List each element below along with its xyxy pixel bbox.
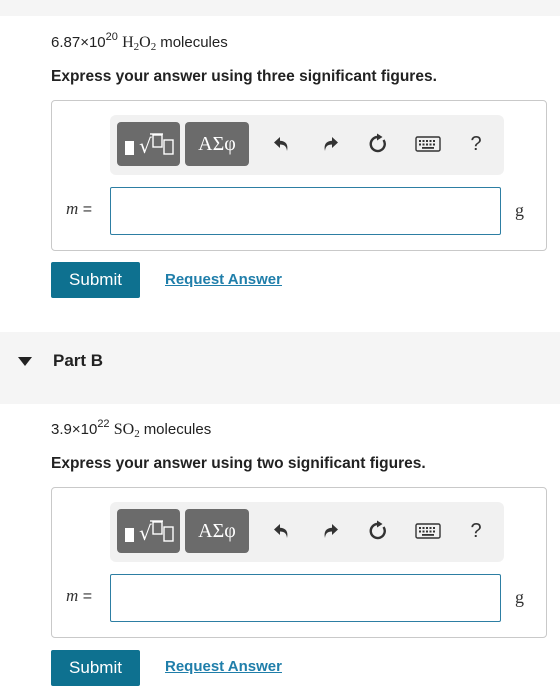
greek-symbols-button[interactable]: ΑΣφ xyxy=(185,509,249,553)
greek-symbols-icon: ΑΣφ xyxy=(198,519,236,542)
chemical-formula: H2O2 xyxy=(122,34,157,53)
math-toolbar: √ ΑΣφ ? xyxy=(110,115,504,175)
keyboard-icon xyxy=(415,136,441,152)
reset-button[interactable] xyxy=(362,128,394,160)
math-toolbar: √ ΑΣφ ? xyxy=(110,502,504,562)
redo-button[interactable] xyxy=(314,128,346,160)
undo-button[interactable] xyxy=(266,515,298,547)
variable-label: m = xyxy=(66,586,93,605)
submit-button[interactable]: Submit xyxy=(51,262,140,298)
request-answer-link[interactable]: Request Answer xyxy=(165,658,282,675)
undo-icon xyxy=(274,137,288,151)
redo-button[interactable] xyxy=(314,515,346,547)
answer-panel: √ ΑΣφ ? m = g xyxy=(51,100,547,251)
help-button[interactable]: ? xyxy=(460,128,492,160)
part-b-header[interactable]: Part B xyxy=(0,332,560,404)
collapse-caret-icon[interactable] xyxy=(18,357,32,366)
help-icon: ? xyxy=(470,132,482,155)
undo-icon xyxy=(274,524,288,538)
answer-panel: √ ΑΣφ ? m = g xyxy=(51,487,547,638)
keyboard-icon xyxy=(415,523,441,539)
templates-icon: √ xyxy=(124,520,174,545)
unit-label: g xyxy=(515,200,524,220)
help-icon: ? xyxy=(470,519,482,542)
variable-label: m = xyxy=(66,199,93,218)
instruction-text: Express your answer using three signific… xyxy=(51,68,437,85)
templates-button[interactable]: √ xyxy=(117,122,180,166)
reset-icon xyxy=(369,133,386,153)
undo-button[interactable] xyxy=(266,128,298,160)
reset-icon xyxy=(369,520,386,540)
instruction-text: Express your answer using two significan… xyxy=(51,455,426,472)
unit-label: g xyxy=(515,587,524,607)
problem-statement: 6.87×1020 H2O2 molecules xyxy=(51,31,228,53)
svg-text:√: √ xyxy=(139,134,152,158)
submit-button[interactable]: Submit xyxy=(51,650,140,686)
svg-text:√: √ xyxy=(139,521,152,545)
answer-input[interactable] xyxy=(110,574,501,622)
redo-icon xyxy=(324,524,338,538)
templates-icon: √ xyxy=(124,133,174,158)
greek-symbols-icon: ΑΣφ xyxy=(198,132,236,155)
answer-input[interactable] xyxy=(110,187,501,235)
greek-symbols-button[interactable]: ΑΣφ xyxy=(185,122,249,166)
redo-icon xyxy=(324,137,338,151)
top-section-strip xyxy=(0,0,560,16)
reset-button[interactable] xyxy=(362,515,394,547)
problem-statement: 3.9×1022 SO2 molecules xyxy=(51,418,212,440)
keyboard-button[interactable] xyxy=(412,128,444,160)
chemical-formula: SO2 xyxy=(113,421,140,440)
keyboard-button[interactable] xyxy=(412,515,444,547)
request-answer-link[interactable]: Request Answer xyxy=(165,271,282,288)
part-title: Part B xyxy=(53,351,104,370)
help-button[interactable]: ? xyxy=(460,515,492,547)
templates-button[interactable]: √ xyxy=(117,509,180,553)
